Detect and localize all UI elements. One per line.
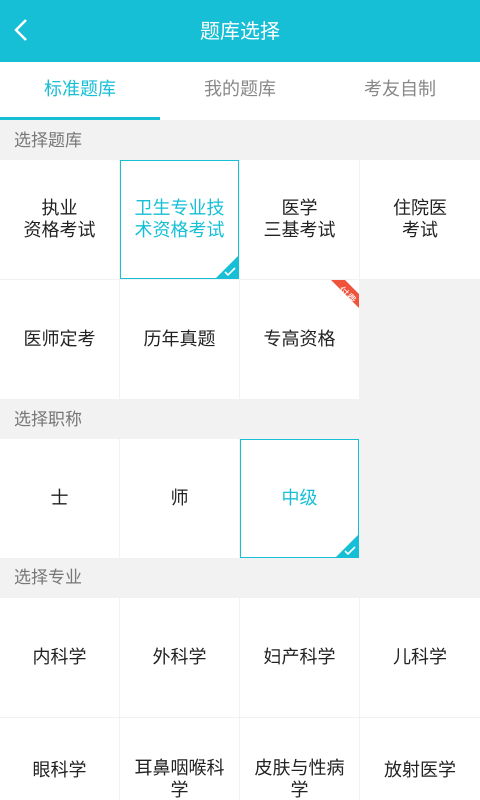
- library-item-practice-qualification[interactable]: 执业 资格考试: [0, 160, 119, 279]
- specialty-item-obstetrics[interactable]: 妇产科学: [240, 598, 359, 717]
- specialty-item-label: 皮肤与性病学: [254, 758, 345, 800]
- level-item-label: 中级: [281, 487, 318, 509]
- tab-user-created[interactable]: 考友自制: [320, 62, 480, 120]
- page-title: 题库选择: [200, 19, 280, 43]
- app-header: 题库选择: [0, 0, 480, 62]
- level-item-shi-junior[interactable]: 士: [0, 439, 119, 558]
- tab-standard-library[interactable]: 标准题库: [0, 62, 160, 120]
- library-item-senior-qualification[interactable]: 专高资格 付费: [240, 280, 359, 399]
- specialty-item-internal-medicine[interactable]: 内科学: [0, 598, 119, 717]
- section-label-specialty: 选择专业: [0, 559, 480, 597]
- section-label-library: 选择题库: [0, 122, 480, 160]
- level-item-shi-mid[interactable]: 师: [120, 439, 239, 558]
- library-item-resident[interactable]: 住院医 考试: [360, 160, 480, 279]
- library-item-label: 卫生专业技 术资格考试: [134, 197, 225, 241]
- library-item-label: 专高资格: [263, 328, 336, 350]
- checkmark-icon: [216, 256, 238, 278]
- tab-bar: 标准题库 我的题库 考友自制: [0, 62, 480, 120]
- paid-badge: 付费: [331, 280, 359, 308]
- specialty-item-pediatrics[interactable]: 儿科学: [360, 598, 480, 717]
- specialty-item-ophthalmology[interactable]: 眼科学: [0, 718, 119, 800]
- library-item-physician-assessment[interactable]: 医师定考: [0, 280, 119, 399]
- specialty-item-surgery[interactable]: 外科学: [120, 598, 239, 717]
- checkmark-icon: [336, 535, 358, 557]
- specialty-item-ent[interactable]: 耳鼻咽喉科学: [120, 718, 239, 800]
- level-item-intermediate[interactable]: 中级: [240, 439, 359, 558]
- specialty-item-radiology[interactable]: 放射医学: [360, 718, 480, 800]
- specialty-item-dermatology[interactable]: 皮肤与性病学: [240, 718, 359, 800]
- library-item-past-exams[interactable]: 历年真题: [120, 280, 239, 399]
- specialty-item-label: 耳鼻咽喉科学: [134, 758, 225, 800]
- library-item-health-tech-qualification[interactable]: 卫生专业技 术资格考试: [120, 160, 239, 279]
- section-label-title-level: 选择职称: [0, 401, 480, 439]
- tab-my-library[interactable]: 我的题库: [160, 62, 320, 120]
- library-item-three-basics[interactable]: 医学 三基考试: [240, 160, 359, 279]
